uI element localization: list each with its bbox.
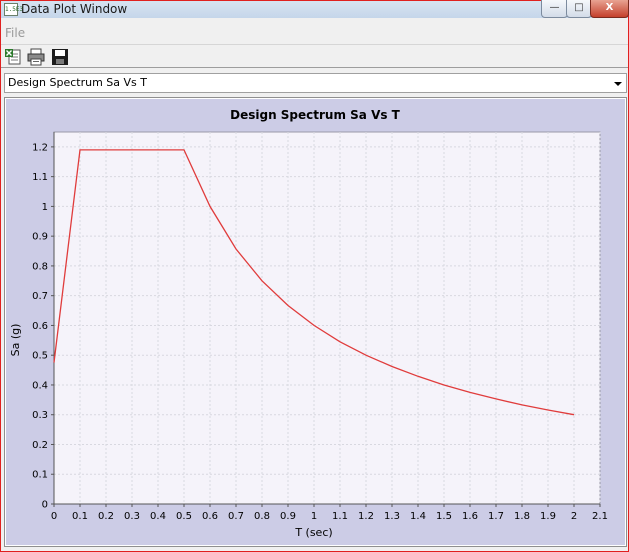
x-tick-label: 1.5 (436, 511, 452, 522)
y-tick-label: 0.5 (32, 351, 48, 362)
x-tick-label: 0.9 (280, 511, 296, 522)
toolbar (1, 44, 628, 69)
maximize-button[interactable]: □ (566, 0, 592, 18)
design-spectrum-chart[interactable]: Design Spectrum Sa Vs T 0 0.1 0.2 0.3 0.4 0.5… (5, 98, 626, 546)
x-tick-label: 1.4 (410, 511, 426, 522)
save-icon[interactable] (51, 48, 69, 66)
chart-panel: Design Spectrum Sa Vs T 0 0.1 0.2 0.3 0.4 0.5… (4, 97, 627, 547)
y-tick-label: 1.1 (32, 172, 48, 183)
menu-file[interactable]: File (5, 26, 25, 40)
chevron-down-icon[interactable] (614, 82, 622, 86)
y-tick-label: 0.7 (32, 291, 48, 302)
x-tick-label: 2.1 (592, 511, 608, 522)
y-tick-label: 0.8 (32, 261, 48, 272)
x-tick-label: 1.2 (358, 511, 374, 522)
x-tick-label: 2 (571, 511, 577, 522)
minimize-button[interactable]: — (541, 0, 568, 18)
print-icon[interactable] (27, 48, 45, 66)
menu-bar: File (1, 25, 628, 41)
x-tick-label: 1.3 (384, 511, 400, 522)
chart-type-select[interactable]: Design Spectrum Sa Vs T (4, 73, 627, 93)
x-axis-label: T (sec) (294, 526, 332, 539)
x-tick-label: 0.2 (98, 511, 114, 522)
y-tick-label: 0 (42, 500, 48, 511)
data-plot-app-icon: 1.5E3 (4, 3, 23, 16)
window-title: Data Plot Window (21, 2, 128, 16)
x-tick-label: 0.4 (150, 511, 166, 522)
plot-area (53, 131, 601, 505)
x-tick-label: 0.3 (124, 511, 140, 522)
y-tick-label: 0.1 (32, 470, 48, 481)
toolbar-divider (1, 67, 628, 68)
data-plot-window: 1.5E3 Data Plot Window — □ X File Design… (0, 0, 629, 552)
y-tick-label: 0.4 (32, 380, 48, 391)
x-tick-label: 1.8 (514, 511, 530, 522)
y-tick-label: 0.9 (32, 232, 48, 243)
x-tick-label: 0.1 (72, 511, 88, 522)
y-axis-label: Sa (g) (9, 324, 22, 357)
y-tick-label: 1.2 (32, 142, 48, 153)
x-tick-label: 0.6 (202, 511, 218, 522)
x-tick-label: 1.6 (462, 511, 478, 522)
x-tick-label: 1.9 (540, 511, 556, 522)
chart-type-select-value: Design Spectrum Sa Vs T (8, 76, 147, 89)
chart-title: Design Spectrum Sa Vs T (230, 108, 401, 122)
y-tick-label: 0.3 (32, 410, 48, 421)
y-tick-label: 1 (42, 202, 48, 213)
x-tick-label: 0.5 (176, 511, 192, 522)
x-tick-label: 0 (51, 511, 57, 522)
x-tick-label: 0.8 (254, 511, 270, 522)
y-tick-label: 0.6 (32, 321, 48, 332)
x-tick-label: 1.1 (332, 511, 348, 522)
y-tick-label: 0.2 (32, 440, 48, 451)
x-tick-label: 0.7 (228, 511, 244, 522)
x-tick-label: 1.7 (488, 511, 504, 522)
title-bar[interactable]: 1.5E3 Data Plot Window — □ X (1, 0, 629, 18)
x-tick-label: 1 (311, 511, 317, 522)
export-excel-icon[interactable] (4, 48, 22, 66)
close-button[interactable]: X (590, 0, 629, 18)
